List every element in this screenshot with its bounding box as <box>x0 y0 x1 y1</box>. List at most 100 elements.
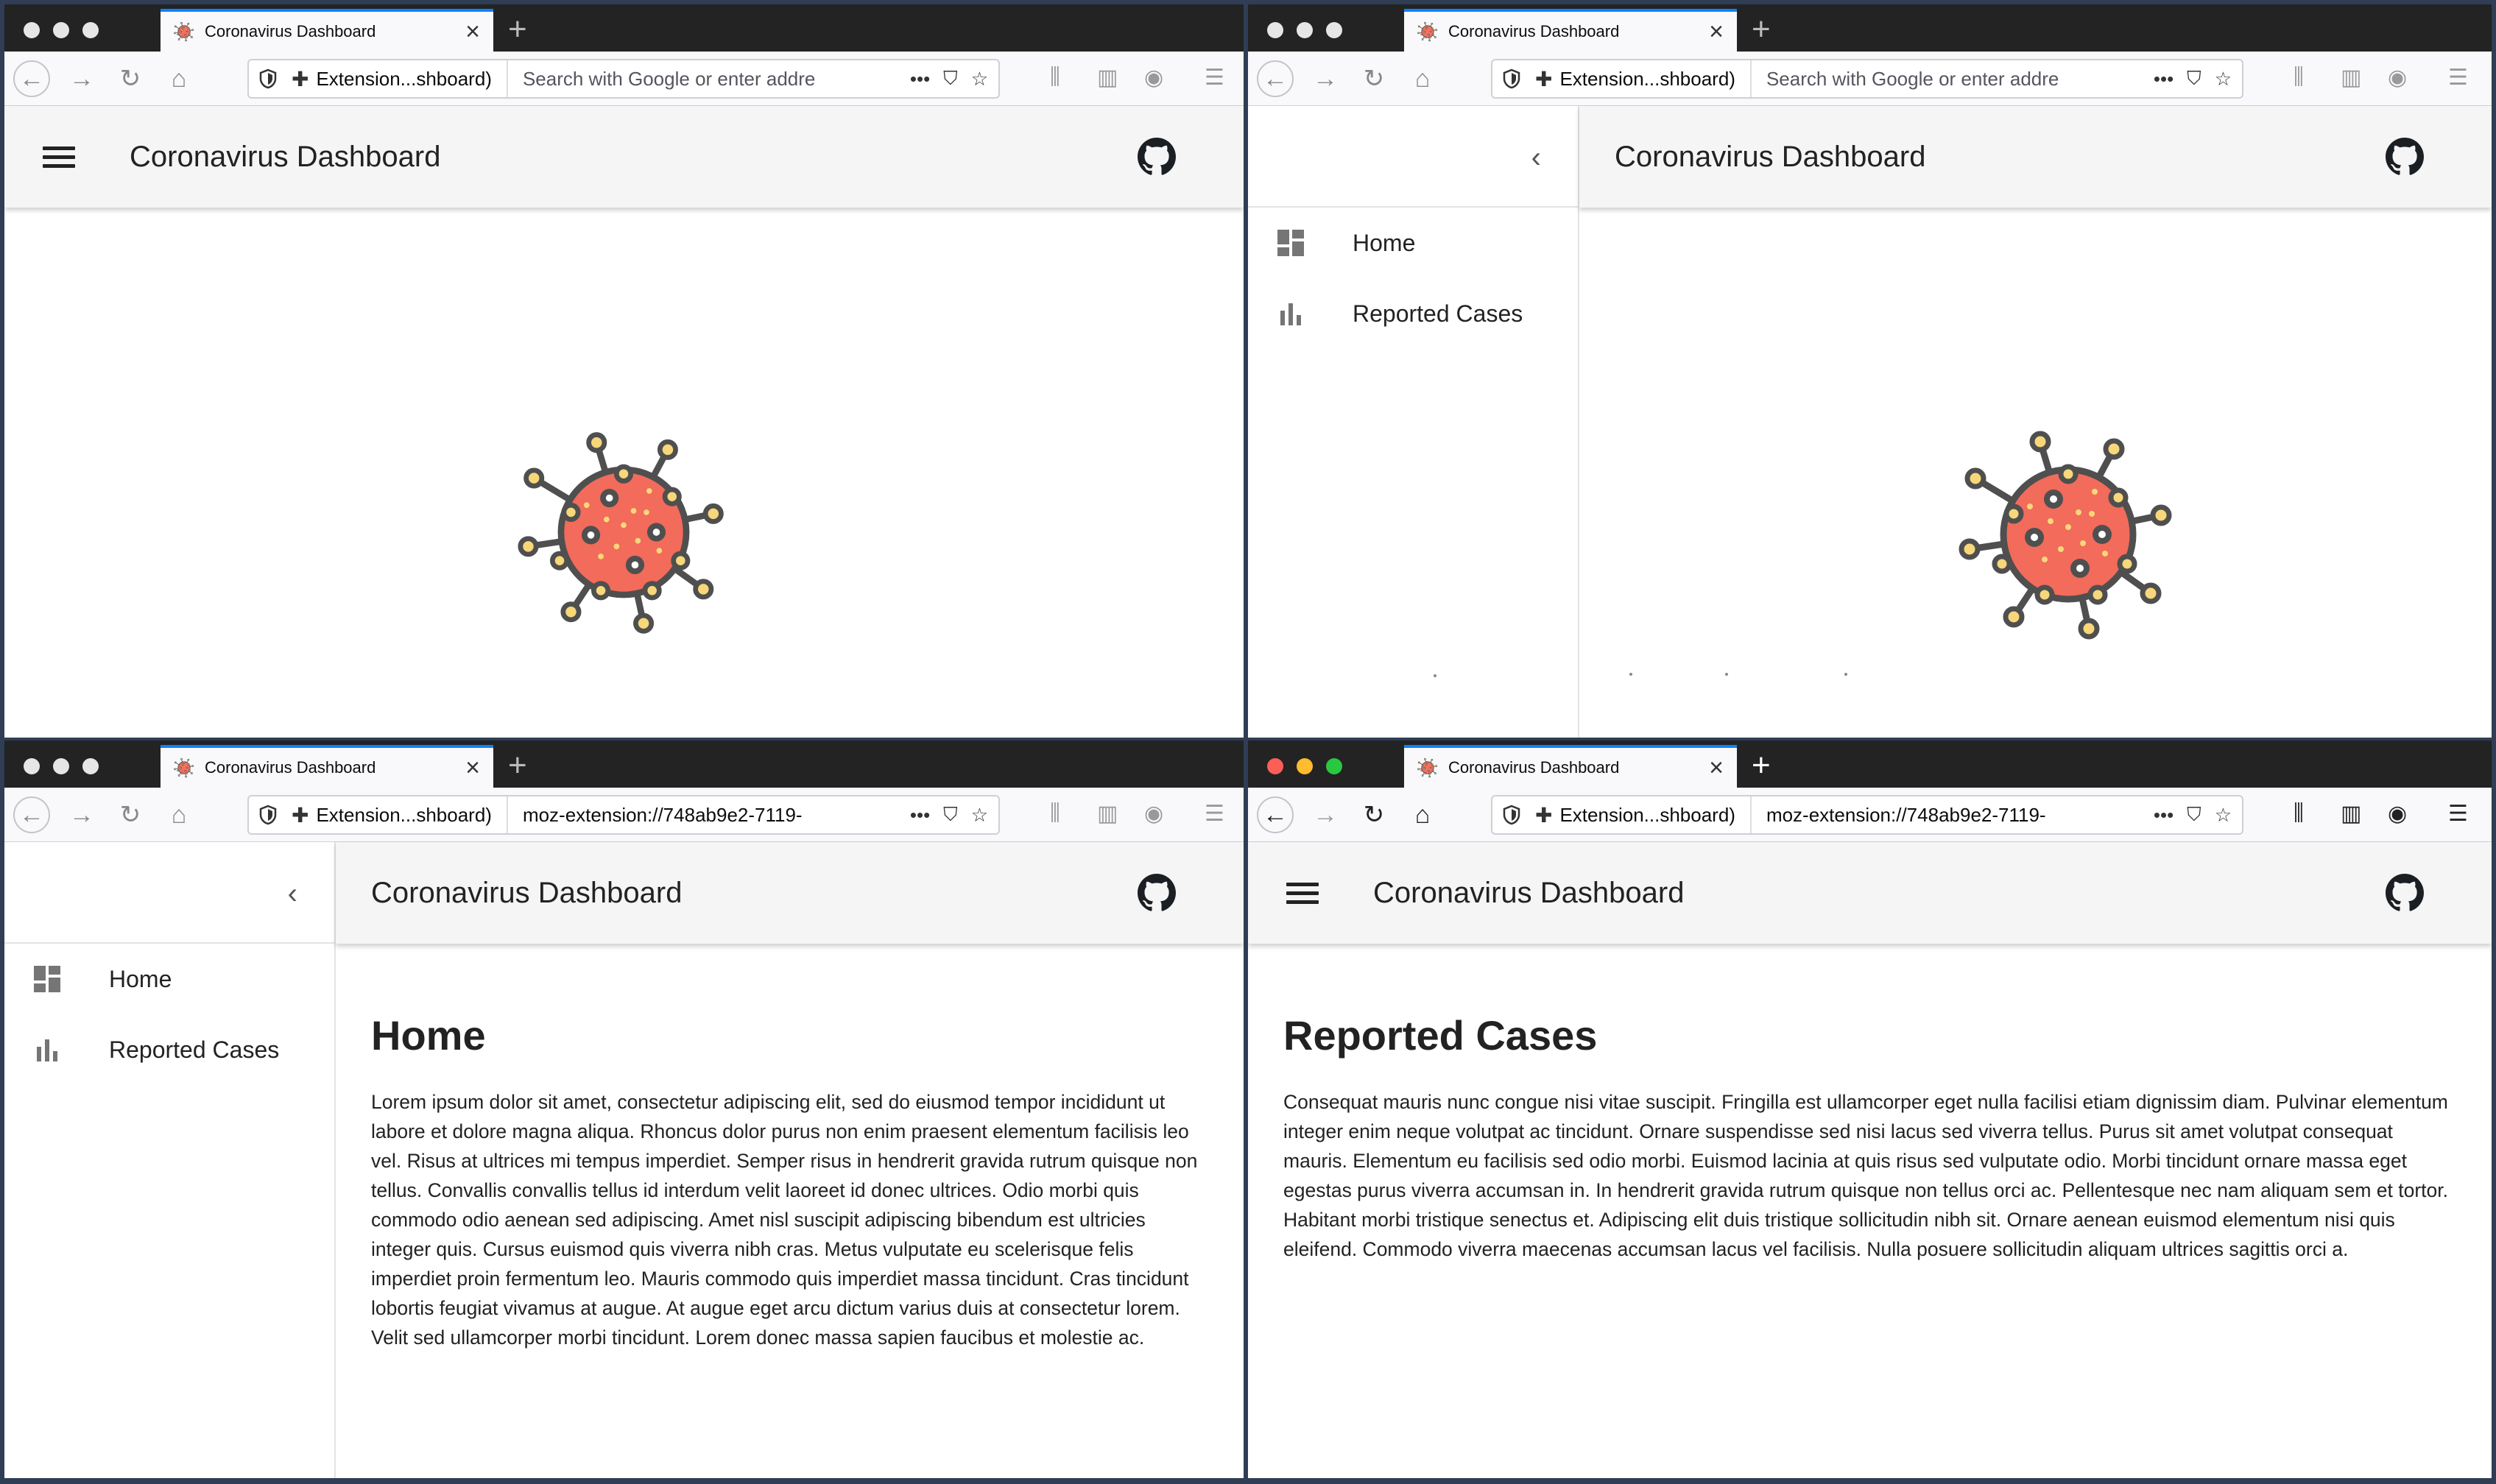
close-tab-icon[interactable]: × <box>1709 755 1724 780</box>
account-icon[interactable]: ◉ <box>2388 65 2407 91</box>
reload-icon[interactable]: ↻ <box>1355 796 1392 833</box>
sidebar-icon[interactable]: ▥ <box>1097 65 1118 91</box>
shield-icon[interactable] <box>259 68 277 89</box>
hamburger-menu-icon[interactable]: ☰ <box>1205 801 1224 827</box>
library-icon[interactable]: ⫼ <box>2294 801 2304 826</box>
reload-icon[interactable]: ↻ <box>112 796 149 833</box>
github-icon[interactable] <box>1138 874 1176 912</box>
close-tab-icon[interactable]: × <box>1709 19 1724 44</box>
window-controls[interactable] <box>24 22 99 38</box>
tab-strip: Coronavirus Dashboard × + <box>1248 4 2492 52</box>
page-actions-icon[interactable]: ••• <box>910 804 930 827</box>
library-icon[interactable]: ⫼ <box>2294 65 2304 90</box>
chevron-left-icon[interactable]: ‹ <box>1531 141 1541 174</box>
extension-identity[interactable]: ✚ Extension...shboard) <box>292 60 508 97</box>
shield-icon[interactable] <box>1503 805 1520 825</box>
drawer-item-home[interactable]: Home <box>4 944 334 1014</box>
home-icon[interactable]: ⌂ <box>1404 60 1441 97</box>
page-actions-icon[interactable]: ••• <box>2154 804 2174 827</box>
artifact-dot <box>1629 673 1632 676</box>
url-bar[interactable]: ✚ Extension...shboard) moz-extension://74… <box>247 795 1000 835</box>
zoom-window-button[interactable] <box>1326 758 1342 774</box>
url-bar[interactable]: ✚ Extension...shboard) Search with Google… <box>1491 59 2243 99</box>
home-icon[interactable]: ⌂ <box>161 796 197 833</box>
url-input[interactable]: Search with Google or enter addre <box>1766 68 2140 91</box>
chevron-left-icon[interactable]: ‹ <box>288 877 297 911</box>
reload-icon[interactable]: ↻ <box>1355 60 1392 97</box>
browser-window-3: Coronavirus Dashboard × + ← → ↻ ⌂ ✚ Exten… <box>4 741 1244 1478</box>
back-icon[interactable]: ← <box>13 60 50 97</box>
github-icon[interactable] <box>2386 138 2424 176</box>
pocket-icon[interactable]: ⛉ <box>943 67 958 91</box>
bookmark-star-icon[interactable]: ☆ <box>2215 68 2232 91</box>
reload-icon[interactable]: ↻ <box>112 60 149 97</box>
bookmark-star-icon[interactable]: ☆ <box>971 68 988 91</box>
hamburger-menu-icon[interactable]: ☰ <box>2448 65 2468 91</box>
account-icon[interactable]: ◉ <box>1144 65 1163 91</box>
forward-icon[interactable]: → <box>63 796 100 833</box>
sidebar-icon[interactable]: ▥ <box>1097 801 1118 827</box>
window-controls[interactable] <box>24 758 99 774</box>
new-tab-icon[interactable]: + <box>1752 749 1771 782</box>
page-actions-icon[interactable]: ••• <box>2154 68 2174 91</box>
sidebar-icon[interactable]: ▥ <box>2341 801 2361 827</box>
hamburger-menu-icon[interactable]: ☰ <box>2448 801 2468 827</box>
bookmark-star-icon[interactable]: ☆ <box>2215 804 2232 827</box>
drawer-item-reported-cases[interactable]: Reported Cases <box>4 1014 334 1085</box>
drawer-item-home[interactable]: Home <box>1248 208 1578 278</box>
pocket-icon[interactable]: ⛉ <box>2187 803 2201 827</box>
back-icon[interactable]: ← <box>1257 60 1294 97</box>
extension-identity[interactable]: ✚ Extension...shboard) <box>1535 60 1752 97</box>
forward-icon[interactable]: → <box>63 60 100 97</box>
browser-tab[interactable]: Coronavirus Dashboard × <box>161 745 493 788</box>
menu-icon[interactable] <box>43 146 75 168</box>
window-controls[interactable] <box>1267 758 1342 774</box>
url-input[interactable]: Search with Google or enter addre <box>523 68 897 91</box>
extension-identity[interactable]: ✚ Extension...shboard) <box>292 796 508 833</box>
shield-icon[interactable] <box>1503 68 1520 89</box>
close-tab-icon[interactable]: × <box>465 19 480 44</box>
url-bar[interactable]: ✚ Extension...shboard) moz-extension://74… <box>1491 795 2243 835</box>
browser-tab[interactable]: Coronavirus Dashboard × <box>161 9 493 52</box>
url-input[interactable]: moz-extension://748ab9e2-7119- <box>1766 804 2140 827</box>
github-icon[interactable] <box>2386 874 2424 912</box>
page-actions-icon[interactable]: ••• <box>910 68 930 91</box>
drawer-item-reported-cases[interactable]: Reported Cases <box>1248 278 1578 349</box>
new-tab-icon[interactable]: + <box>508 749 527 782</box>
tab-strip: Coronavirus Dashboard × + <box>4 4 1244 52</box>
pocket-icon[interactable]: ⛉ <box>943 803 958 827</box>
hamburger-menu-icon[interactable]: ☰ <box>1205 65 1224 91</box>
browser-tab[interactable]: Coronavirus Dashboard × <box>1404 745 1737 788</box>
bar-chart-icon <box>32 1035 62 1064</box>
close-tab-icon[interactable]: × <box>465 755 480 780</box>
extension-identity[interactable]: ✚ Extension...shboard) <box>1535 796 1752 833</box>
browser-tab[interactable]: Coronavirus Dashboard × <box>1404 9 1737 52</box>
url-input[interactable]: moz-extension://748ab9e2-7119- <box>523 804 897 827</box>
account-icon[interactable]: ◉ <box>1144 801 1163 827</box>
new-tab-icon[interactable]: + <box>1752 13 1771 46</box>
window-controls[interactable] <box>1267 22 1342 38</box>
library-icon[interactable]: ⫼ <box>1050 65 1060 90</box>
back-icon[interactable]: ← <box>13 796 50 833</box>
sidebar-icon[interactable]: ▥ <box>2341 65 2361 91</box>
close-window-button[interactable] <box>1267 758 1283 774</box>
tab-strip: Coronavirus Dashboard × + <box>1248 741 2492 788</box>
home-icon[interactable]: ⌂ <box>161 60 197 97</box>
forward-icon[interactable]: → <box>1307 60 1344 97</box>
drawer-item-label: Reported Cases <box>109 1036 280 1063</box>
url-bar[interactable]: ✚ Extension...shboard) Search with Google… <box>247 59 1000 99</box>
back-icon[interactable]: ← <box>1257 796 1294 833</box>
account-icon[interactable]: ◉ <box>2388 801 2407 827</box>
forward-icon[interactable]: → <box>1307 796 1344 833</box>
browser-window-4: Coronavirus Dashboard × + ← → ↻ ⌂ ✚ Exten… <box>1248 741 2492 1478</box>
bookmark-star-icon[interactable]: ☆ <box>971 804 988 827</box>
shield-icon[interactable] <box>259 805 277 825</box>
home-icon[interactable]: ⌂ <box>1404 796 1441 833</box>
library-icon[interactable]: ⫼ <box>1050 801 1060 826</box>
minimize-window-button[interactable] <box>1297 758 1313 774</box>
pocket-icon[interactable]: ⛉ <box>2187 67 2201 91</box>
app-title: Coronavirus Dashboard <box>1615 140 1926 173</box>
new-tab-icon[interactable]: + <box>508 13 527 46</box>
github-icon[interactable] <box>1138 138 1176 176</box>
menu-icon[interactable] <box>1286 882 1319 904</box>
